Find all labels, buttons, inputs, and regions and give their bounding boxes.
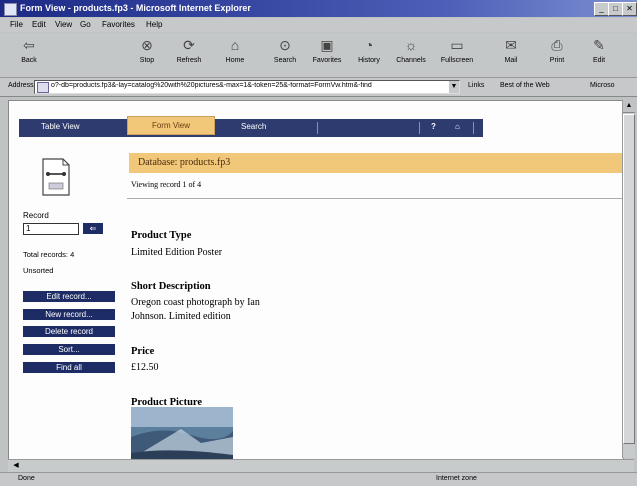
links-label[interactable]: Links (468, 82, 484, 89)
go-record-button[interactable]: ⇐ (83, 223, 103, 234)
edit-icon: ✎ (593, 37, 605, 53)
home-icon: ⌂ (230, 37, 240, 53)
tab-search[interactable]: Search (241, 122, 266, 131)
menu-go[interactable]: Go (80, 20, 91, 29)
back-arrow-icon: ⇦ (23, 37, 35, 53)
field-value-price: £12.50 (131, 362, 159, 373)
scroll-up-icon[interactable]: ▲ (623, 100, 635, 113)
horizontal-scrollbar[interactable]: ◀ (8, 459, 634, 472)
vertical-scrollbar[interactable]: ▲ (622, 100, 635, 458)
refresh-icon: ⟳ (183, 37, 195, 53)
menu-favorites[interactable]: Favorites (102, 20, 135, 29)
menu-bar: File Edit View Go Favorites Help (0, 18, 637, 32)
record-label: Record (23, 211, 49, 220)
minimize-button[interactable]: _ (594, 2, 609, 16)
favorites-button[interactable]: ▣ Favorites (308, 35, 346, 75)
maximize-button[interactable]: □ (608, 2, 623, 16)
address-input[interactable]: o?-db=products.fp3&-lay=catalog%20with%2… (34, 80, 460, 94)
print-icon: ⎙ (551, 37, 563, 53)
nav-divider (473, 122, 474, 134)
home-button[interactable]: ⌂ Home (216, 35, 254, 75)
sort-status: Unsorted (23, 266, 54, 275)
database-header: Database: products.fp3 (129, 153, 623, 173)
product-picture (131, 407, 233, 459)
scroll-thumb[interactable] (623, 114, 635, 444)
address-dropdown-icon[interactable]: ▼ (449, 81, 459, 93)
find-all-button[interactable]: Find all (23, 362, 115, 373)
new-record-button[interactable]: New record... (23, 309, 115, 320)
status-bar: Done Internet zone (0, 472, 637, 486)
search-icon: ⊙ (279, 37, 291, 53)
database-title: Database: products.fp3 (138, 157, 231, 168)
history-button[interactable]: ◔ History (350, 35, 388, 75)
field-value-description-line: Oregon coast photograph by Ian (131, 297, 260, 308)
address-label: Address (8, 82, 34, 89)
fullscreen-icon: ▭ (450, 37, 464, 53)
page-icon (37, 82, 49, 93)
tab-table-view[interactable]: Table View (41, 122, 80, 131)
toolbar: ⇦ Back ⊗ Stop ⟳ Refresh ⌂ Home ⊙ Search … (0, 33, 637, 78)
window-title: Form View - products.fp3 - Microsoft Int… (20, 3, 251, 13)
search-button[interactable]: ⊙ Search (266, 35, 304, 75)
mail-icon: ✉ (505, 37, 517, 53)
scroll-left-icon[interactable]: ◀ (10, 460, 22, 472)
edit-record-button[interactable]: Edit record... (23, 291, 115, 302)
edit-button[interactable]: ✎ Edit (580, 35, 618, 75)
field-label-product-type: Product Type (131, 230, 192, 241)
field-value-description-line: Johnson. Limited edition (131, 311, 231, 322)
help-icon[interactable]: ? (431, 122, 436, 131)
nav-divider (317, 122, 318, 134)
channels-icon: ☼ (404, 37, 418, 53)
status-zone: Internet zone (436, 475, 477, 482)
total-records: Total records: 4 (23, 250, 75, 259)
nav-bar: Table View Form View Search ? ⌂ (19, 116, 483, 137)
title-bar: Form View - products.fp3 - Microsoft Int… (0, 0, 637, 17)
ie-window-icon[interactable] (4, 3, 17, 16)
tab-form-view[interactable]: Form View (127, 116, 215, 135)
back-button[interactable]: ⇦ Back (10, 35, 48, 75)
address-url: o?-db=products.fp3&-lay=catalog%20with%2… (51, 82, 372, 89)
status-text: Done (18, 475, 35, 482)
nav-divider (419, 122, 420, 134)
channels-button[interactable]: ☼ Channels (392, 35, 430, 75)
field-label-price: Price (131, 346, 155, 357)
menu-file[interactable]: File (10, 20, 23, 29)
page-content: Table View Form View Search ? ⌂ Record 1… (8, 100, 624, 460)
close-button[interactable]: ✕ (622, 2, 637, 16)
refresh-button[interactable]: ⟳ Refresh (170, 35, 208, 75)
link-best-of-web[interactable]: Best of the Web (500, 82, 550, 89)
viewing-record: Viewing record 1 of 4 (131, 180, 202, 189)
menu-help[interactable]: Help (146, 20, 162, 29)
database-icon (39, 157, 73, 197)
link-microsoft[interactable]: Microso (590, 82, 615, 89)
history-icon: ◔ (364, 37, 374, 53)
sort-button[interactable]: Sort... (23, 344, 115, 355)
favorites-icon: ▣ (320, 37, 334, 53)
record-input[interactable]: 1 (23, 223, 79, 235)
print-button[interactable]: ⎙ Print (538, 35, 576, 75)
menu-edit[interactable]: Edit (32, 20, 46, 29)
stop-button[interactable]: ⊗ Stop (128, 35, 166, 75)
field-value-product-type: Limited Edition Poster (131, 247, 223, 258)
address-bar: Address o?-db=products.fp3&-lay=catalog%… (0, 78, 637, 97)
mail-button[interactable]: ✉ Mail (492, 35, 530, 75)
menu-view[interactable]: View (55, 20, 72, 29)
delete-record-button[interactable]: Delete record (23, 326, 115, 337)
home-nav-icon[interactable]: ⌂ (455, 122, 460, 131)
divider (127, 198, 623, 199)
stop-icon: ⊗ (141, 37, 153, 53)
field-label-short-description: Short Description (131, 281, 211, 292)
fullscreen-button[interactable]: ▭ Fullscreen (438, 35, 476, 75)
